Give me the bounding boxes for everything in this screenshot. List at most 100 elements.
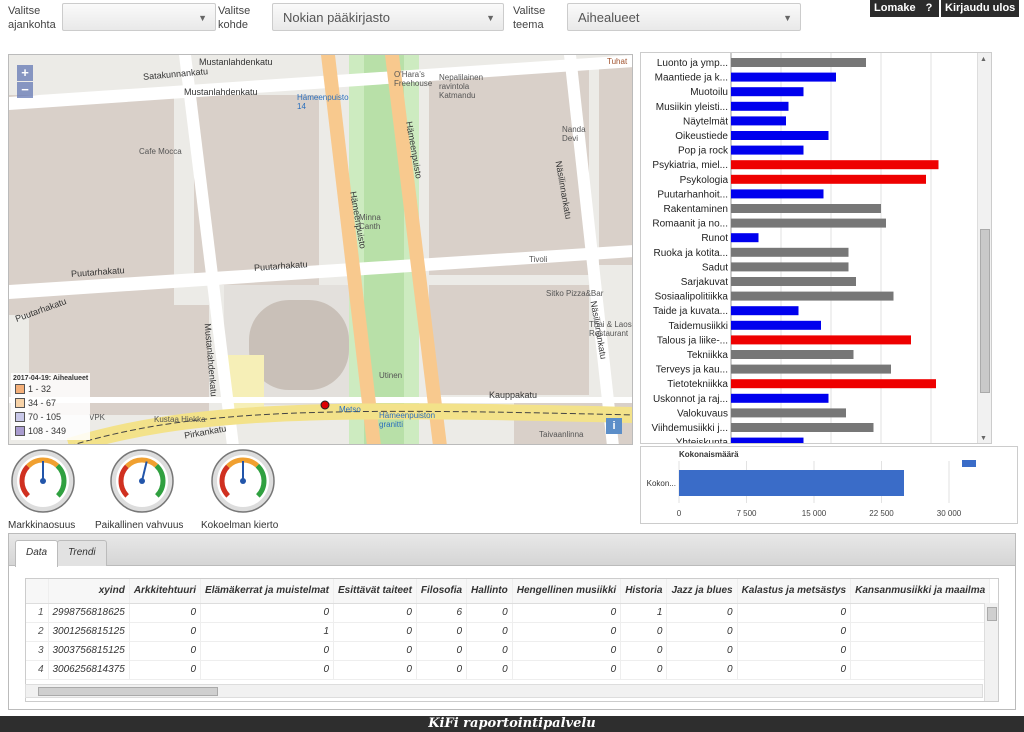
category-label: Psykologia <box>680 175 729 186</box>
table-cell: 0 <box>333 660 417 680</box>
bar <box>731 277 856 286</box>
bar <box>731 174 926 184</box>
chart-scrollbar[interactable]: ▲ ▼ <box>977 53 991 443</box>
bar <box>731 101 789 111</box>
column-header[interactable]: Jazz ja blues <box>666 579 738 604</box>
table-cell: 0 <box>512 660 622 680</box>
row-number: 2 <box>26 622 49 642</box>
legend-swatch <box>15 384 25 394</box>
category-label: Sarjakuvat <box>681 277 728 288</box>
legend-label: 108 - 349 <box>28 426 67 436</box>
total-chart-canvas: Kokonaismäärä 0 7 500 15 000 22 500 30 000 Kok… <box>647 450 976 518</box>
gauge-hub <box>139 478 145 484</box>
chevron-down-icon[interactable]: ▼ <box>980 435 987 442</box>
table-cell: 2998756818625 <box>48 603 130 623</box>
bar <box>731 131 829 140</box>
form-button[interactable]: Lomake <box>870 0 920 17</box>
grid-vscroll[interactable] <box>984 603 998 701</box>
gauge-label: Paikallinen vahvuus <box>95 520 184 531</box>
place-label: Taivaanlinna <box>539 430 584 439</box>
table-cell: 0 <box>333 603 417 623</box>
legend-label: 34 - 67 <box>28 398 57 408</box>
tab-trendi[interactable]: Trendi <box>57 540 107 566</box>
zoom-in-button[interactable]: + <box>17 65 33 81</box>
column-header[interactable]: Hallinto <box>466 579 513 604</box>
tab-data[interactable]: Data <box>15 540 59 567</box>
gauge-dial <box>110 449 174 513</box>
info-button[interactable]: i <box>606 418 622 434</box>
teema-select[interactable]: Aihealueet ▼ <box>567 3 801 31</box>
column-header[interactable]: Arkkitehtuuri <box>129 579 202 604</box>
table-cell: 0 <box>129 622 202 642</box>
legend-item: 70 - 105 <box>13 410 88 424</box>
table-cell: 0 <box>129 660 202 680</box>
place-label: Utinen <box>379 371 403 380</box>
table-row[interactable]: 3 3003756815125 0 0 0 0 0 0 0 0 0 <box>26 641 991 661</box>
chevron-down-icon: ▼ <box>783 13 792 23</box>
scrollbar-thumb[interactable] <box>38 687 218 696</box>
table-cell: 0 <box>512 641 622 661</box>
place-label: Cafe Mocca <box>139 147 182 156</box>
legend-swatch <box>15 412 25 422</box>
help-button[interactable]: ? <box>919 0 939 17</box>
table-cell <box>850 660 991 680</box>
place-label: Tuhat <box>607 57 628 66</box>
ajankohta-select[interactable]: ▼ <box>62 3 216 31</box>
table-cell: 0 <box>333 622 417 642</box>
bar-chart: Luonto ja ymp... Maantiede ja k... Muotoil… <box>640 52 992 444</box>
table-cell: 0 <box>666 641 738 661</box>
table-cell: 0 <box>512 622 622 642</box>
column-header[interactable]: Kansanmusiikki ja maailma <box>850 579 991 604</box>
category-label: Luonto ja ymp... <box>657 58 728 69</box>
category-label: Musiikin yleisti... <box>656 102 728 113</box>
bar <box>731 350 854 359</box>
teema-label-line2: teema <box>513 19 544 31</box>
table-cell <box>850 622 991 642</box>
table-cell: 1 <box>620 603 668 623</box>
column-header[interactable]: Historia <box>620 579 668 604</box>
kohde-select[interactable]: Nokian pääkirjasto ▼ <box>272 3 504 31</box>
grid-hscroll[interactable] <box>25 684 983 698</box>
category-label: Taide ja kuvata... <box>653 306 728 317</box>
street-label: Mustanlahdenkatu <box>184 87 258 97</box>
category-label: Terveys ja kau... <box>656 365 728 376</box>
map-legend: 2017-04-19: Aihealueet 1 - 32 34 - 67 70 -… <box>11 373 91 440</box>
table-row[interactable]: 2 3001256815125 0 1 0 0 0 0 0 0 0 <box>26 622 991 642</box>
ajankohta-label: Valitse ajankohta <box>8 4 56 32</box>
bar <box>731 291 894 301</box>
bar <box>731 379 936 389</box>
logout-button[interactable]: Kirjaudu ulos <box>941 0 1020 17</box>
column-header[interactable]: Filosofia <box>416 579 468 604</box>
table-cell: 3006256814375 <box>48 660 130 680</box>
legend-item: 34 - 67 <box>13 396 88 410</box>
bar <box>731 408 846 418</box>
column-header[interactable]: xyind <box>48 579 130 604</box>
scrollbar-thumb[interactable] <box>980 229 990 393</box>
chevron-up-icon[interactable]: ▲ <box>980 56 987 63</box>
category-label: Rakentaminen <box>664 204 728 215</box>
scrollbar-thumb[interactable] <box>987 607 997 621</box>
table-cell: 0 <box>129 641 202 661</box>
map-view[interactable]: + − Satakunnankatu Mustanlahdenkatu Must… <box>8 54 633 445</box>
bar <box>731 160 939 170</box>
gauge-dial <box>211 449 275 513</box>
row-number-header <box>26 579 49 604</box>
table-cell: 0 <box>620 641 668 661</box>
category-label: Valokuvaus <box>677 408 728 419</box>
category-label: Runot <box>701 233 728 244</box>
column-header[interactable]: Elämäkerrat ja muistelmat <box>200 579 334 604</box>
column-header[interactable]: Esittävät taiteet <box>333 579 417 604</box>
place-label: Tivoli <box>529 255 548 264</box>
zoom-out-button[interactable]: − <box>17 82 33 98</box>
table-cell: 0 <box>620 622 668 642</box>
gauge <box>210 448 276 514</box>
table-row[interactable]: 4 3006256814375 0 0 0 0 0 0 0 0 0 <box>26 660 991 680</box>
bar <box>731 306 799 316</box>
column-header[interactable]: Kalastus ja metsästys <box>737 579 852 604</box>
category-label: Oikeustiede <box>675 131 728 142</box>
category-label: Psykiatria, miel... <box>652 160 728 171</box>
table-cell: 0 <box>737 622 852 642</box>
column-header[interactable]: Hengellinen musiikki <box>512 579 622 604</box>
table-row[interactable]: 1 2998756818625 0 0 0 6 0 0 1 0 0 <box>26 603 991 623</box>
row-number: 4 <box>26 660 49 680</box>
